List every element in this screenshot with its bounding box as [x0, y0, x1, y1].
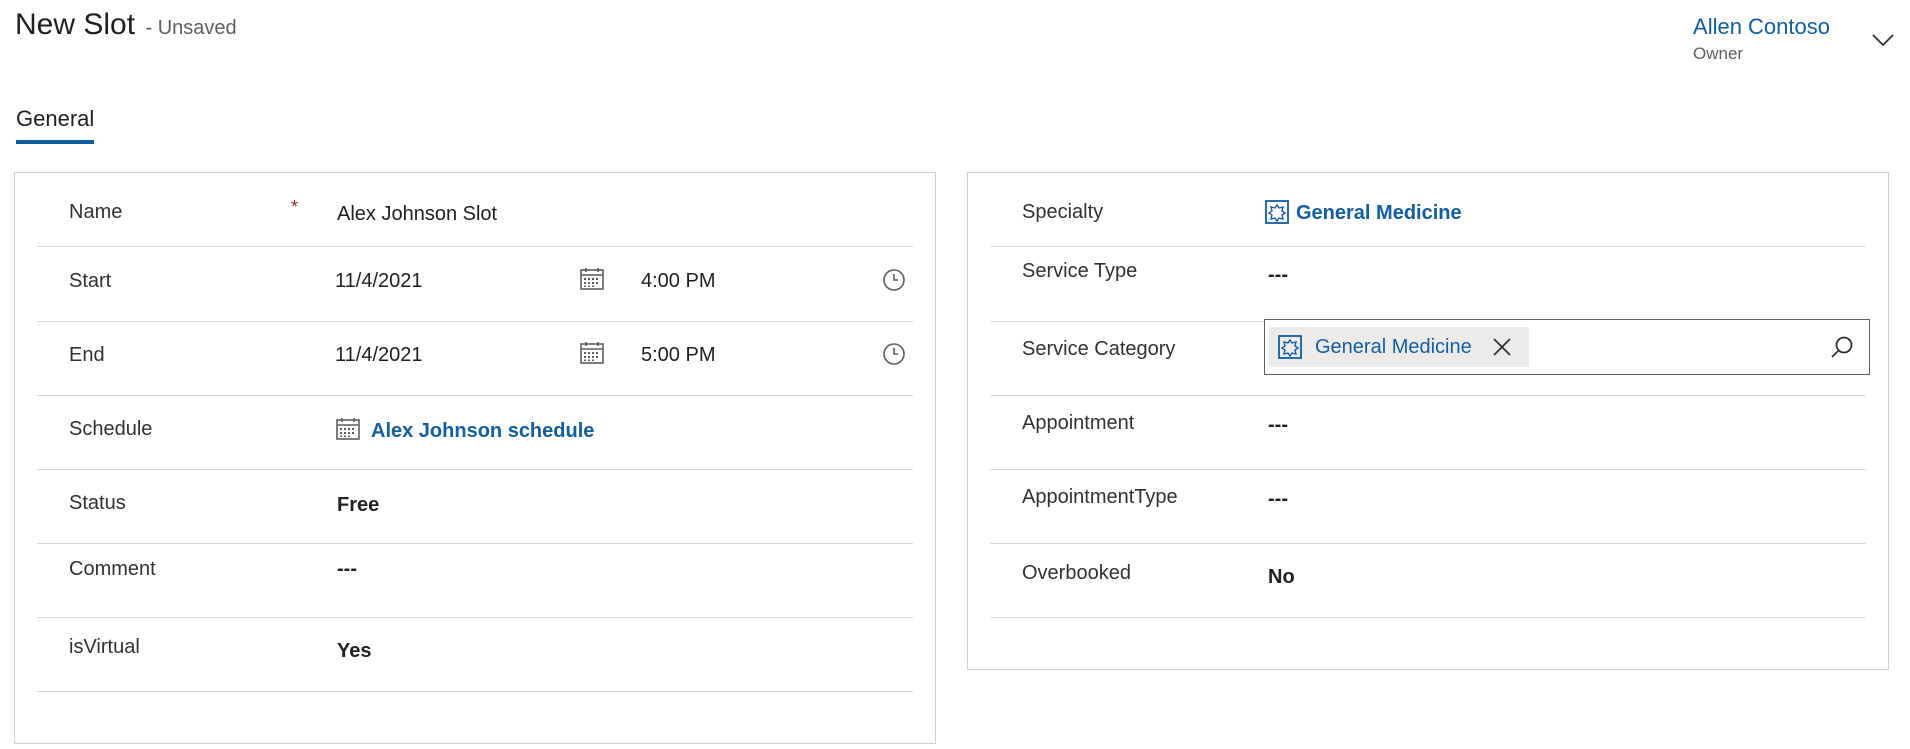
- service-category-lookup[interactable]: General Medicine: [1264, 319, 1870, 375]
- specialty-label: Specialty: [1022, 201, 1104, 223]
- general-section-left: Name * Alex Johnson Slot Start 11/4/2021…: [14, 172, 936, 744]
- isvirtual-value[interactable]: Yes: [337, 640, 371, 663]
- end-time-input[interactable]: 5:00 PM: [641, 344, 715, 367]
- appointment-type-input[interactable]: ---: [1268, 488, 1288, 511]
- entity-record-icon: [1264, 199, 1290, 225]
- status-label: Status: [69, 492, 126, 514]
- field-row-status: Status Free: [37, 470, 913, 544]
- field-row-overbooked: Overbooked No: [990, 544, 1866, 618]
- page-title: New Slot: [15, 8, 136, 41]
- comment-label: Comment: [69, 558, 156, 580]
- overbooked-label: Overbooked: [1022, 562, 1131, 584]
- field-row-service-category: Service Category General Medicine: [990, 319, 1870, 396]
- name-input[interactable]: Alex Johnson Slot: [337, 203, 497, 226]
- clock-icon[interactable]: [881, 267, 907, 293]
- service-type-input[interactable]: ---: [1268, 264, 1288, 287]
- owner-field[interactable]: Allen Contoso Owner: [1693, 14, 1830, 64]
- calendar-icon[interactable]: [579, 340, 605, 366]
- start-label: Start: [69, 270, 112, 292]
- status-value[interactable]: Free: [337, 494, 379, 517]
- field-row-appointment: Appointment ---: [990, 396, 1866, 470]
- schedule-label: Schedule: [69, 418, 153, 440]
- field-row-start: Start 11/4/2021 4:00 PM: [37, 248, 913, 322]
- clock-icon[interactable]: [881, 341, 907, 367]
- name-label: Name: [69, 201, 123, 223]
- isvirtual-label: isVirtual: [69, 636, 140, 658]
- end-label: End: [69, 344, 105, 366]
- general-section-right: Specialty General Medicine Service Type …: [967, 172, 1889, 670]
- page-header: New Slot - Unsaved: [15, 8, 237, 42]
- field-row-name: Name * Alex Johnson Slot: [37, 173, 913, 247]
- field-row-isvirtual: isVirtual Yes: [37, 618, 913, 692]
- field-row-end: End 11/4/2021 5:00 PM: [37, 322, 913, 396]
- calendar-icon: [335, 416, 361, 442]
- owner-label: Owner: [1693, 44, 1744, 63]
- appointment-label: Appointment: [1022, 412, 1135, 434]
- service-category-label: Service Category: [1022, 338, 1176, 360]
- calendar-icon[interactable]: [579, 266, 605, 292]
- close-icon[interactable]: [1489, 334, 1515, 360]
- specialty-link[interactable]: General Medicine: [1296, 202, 1462, 225]
- tab-list: General: [16, 106, 95, 144]
- service-category-link[interactable]: General Medicine: [1315, 336, 1472, 359]
- appointment-type-label: AppointmentType: [1022, 486, 1178, 508]
- service-type-label: Service Type: [1022, 260, 1138, 282]
- field-row-service-type: Service Type ---: [990, 248, 1866, 322]
- tab-general[interactable]: General: [16, 106, 95, 144]
- overbooked-value[interactable]: No: [1268, 566, 1295, 589]
- start-date-input[interactable]: 11/4/2021: [335, 270, 423, 293]
- field-row-specialty: Specialty General Medicine: [990, 173, 1866, 247]
- required-indicator: *: [291, 197, 299, 217]
- start-time-input[interactable]: 4:00 PM: [641, 270, 715, 293]
- comment-input[interactable]: ---: [337, 558, 357, 581]
- selected-record-tag: General Medicine: [1269, 327, 1529, 367]
- entity-record-icon: [1277, 334, 1303, 360]
- field-row-appointment-type: AppointmentType ---: [990, 470, 1866, 544]
- appointment-input[interactable]: ---: [1268, 414, 1288, 437]
- search-icon[interactable]: [1829, 334, 1855, 360]
- field-row-schedule: Schedule Alex Johnson schedule: [37, 396, 913, 470]
- save-status: - Unsaved: [145, 17, 237, 39]
- end-date-input[interactable]: 11/4/2021: [335, 344, 423, 367]
- schedule-link[interactable]: Alex Johnson schedule: [371, 420, 594, 443]
- chevron-down-icon[interactable]: [1870, 26, 1896, 52]
- field-row-comment: Comment ---: [37, 544, 913, 618]
- owner-name-link[interactable]: Allen Contoso: [1693, 14, 1830, 40]
